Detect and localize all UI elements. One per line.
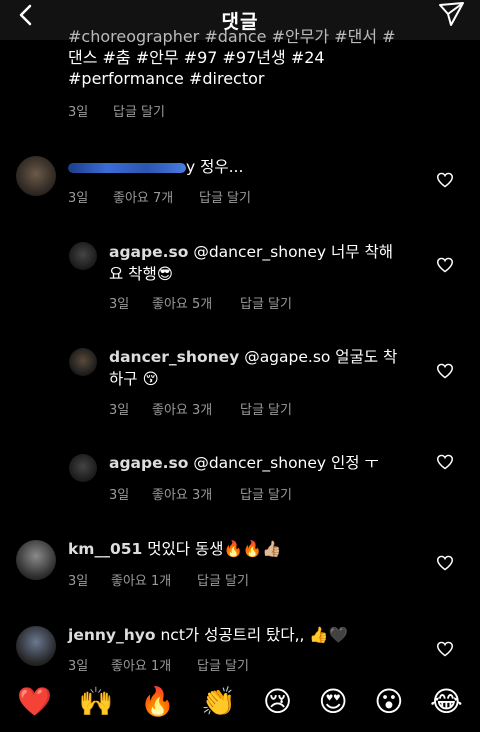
comment-text: y 정우...	[68, 156, 243, 178]
emoji-heart-eyes[interactable]: 😍	[319, 687, 348, 717]
emoji-raised-hands[interactable]: 🙌	[79, 687, 114, 717]
reply-button[interactable]: 답글 달기	[199, 187, 251, 206]
send-icon[interactable]	[436, 0, 466, 30]
likes-count[interactable]: 좋아요 3개	[152, 484, 240, 503]
back-icon[interactable]	[12, 2, 42, 32]
comment-username[interactable]: agape.so	[109, 243, 188, 261]
comment-body: 멋있다 동생🔥🔥👍🏼	[147, 540, 282, 558]
comment-username[interactable]: dancer_shoney	[109, 348, 239, 366]
like-heart-icon[interactable]	[436, 172, 454, 188]
reply-button[interactable]: 답글 달기	[240, 293, 292, 312]
emoji-red-heart[interactable]: ❤️	[17, 687, 52, 717]
comment-body: @dancer_shoney 너무 착해	[193, 243, 393, 261]
comment-username[interactable]: agape.so	[109, 454, 188, 472]
likes-count[interactable]: 좋아요 3개	[152, 399, 240, 418]
comment-time: 3일	[109, 297, 130, 312]
comment-text: km__051 멋있다 동생🔥🔥👍🏼	[68, 538, 428, 560]
comment-time: 3일	[68, 574, 89, 589]
comment-username[interactable]: jenny_hyo	[68, 626, 156, 644]
comment-time: 3일	[109, 403, 130, 418]
reply-button[interactable]: 답글 달기	[240, 484, 292, 503]
comment-text: dancer_shoney @agape.so 얼굴도 착 하구 😚	[109, 346, 409, 390]
comment-body: nct가 성공트리 탔다,, 👍🖤	[160, 626, 348, 644]
comment-body: y 정우...	[186, 158, 244, 176]
like-heart-icon[interactable]	[436, 641, 454, 657]
comment-body: 요 착행😎	[109, 265, 173, 283]
reply-button[interactable]: 답글 달기	[113, 101, 165, 120]
likes-count[interactable]: 좋아요 5개	[152, 293, 240, 312]
like-heart-icon[interactable]	[436, 454, 454, 470]
emoji-fire[interactable]: 🔥	[140, 687, 175, 717]
comment-time: 3일	[109, 488, 130, 503]
comment-body: @dancer_shoney 인정 ㅜ	[193, 454, 379, 472]
comment-username[interactable]: km__051	[68, 540, 142, 558]
comment-text: agape.so @dancer_shoney 너무 착해 요 착행😎	[109, 241, 409, 285]
comment-body: 하구 😚	[109, 370, 159, 388]
like-heart-icon[interactable]	[436, 257, 454, 273]
reply-button[interactable]: 답글 달기	[240, 399, 292, 418]
comment-text: agape.so @dancer_shoney 인정 ㅜ	[109, 452, 409, 474]
avatar[interactable]	[16, 156, 56, 196]
comment-meta: 3일 좋아요 3개 답글 달기	[109, 484, 292, 503]
comment-text: jenny_hyo nct가 성공트리 탔다,, 👍🖤	[68, 624, 428, 646]
like-heart-icon[interactable]	[436, 555, 454, 571]
comment-time: 3일	[68, 191, 89, 206]
comment-meta: 3일 좋아요 7개 답글 달기	[68, 187, 251, 206]
like-heart-icon[interactable]	[436, 363, 454, 379]
comment-body: @agape.so 얼굴도 착	[244, 348, 398, 366]
caption-meta: 3일 답글 달기	[68, 101, 165, 120]
avatar[interactable]	[16, 540, 56, 580]
emoji-surprised-face[interactable]: 😮	[374, 687, 403, 717]
avatar[interactable]	[16, 626, 56, 666]
emoji-tears-of-joy[interactable]: 😂	[430, 687, 463, 717]
comment-time: 3일	[68, 105, 89, 120]
emoji-reaction-bar: ❤️ 🙌 🔥 👏 😢 😍 😮 😂	[0, 672, 480, 732]
avatar[interactable]	[69, 242, 97, 270]
reply-button[interactable]: 답글 달기	[197, 570, 249, 589]
caption-line: 댄스 #춤 #안무 #97 #97년생 #24	[68, 48, 325, 67]
comment-meta: 3일 좋아요 1개 답글 달기	[68, 570, 249, 589]
avatar[interactable]	[69, 454, 97, 482]
emoji-crying-face[interactable]: 😢	[263, 687, 292, 717]
likes-count[interactable]: 좋아요 1개	[111, 570, 197, 589]
comment-username[interactable]	[68, 158, 186, 176]
comment-meta: 3일 좋아요 3개 답글 달기	[109, 399, 292, 418]
likes-count[interactable]: 좋아요 7개	[113, 187, 199, 206]
avatar[interactable]	[69, 348, 97, 376]
comment-meta: 3일 좋아요 5개 답글 달기	[109, 293, 292, 312]
emoji-clapping-hands[interactable]: 👏	[201, 687, 236, 717]
caption-line: #performance #director	[68, 69, 265, 88]
post-caption: #choreographer #dance #안무가 #댄서 # 댄스 #춤 #…	[68, 26, 398, 89]
caption-line: #choreographer #dance #안무가 #댄서 #	[68, 27, 396, 46]
